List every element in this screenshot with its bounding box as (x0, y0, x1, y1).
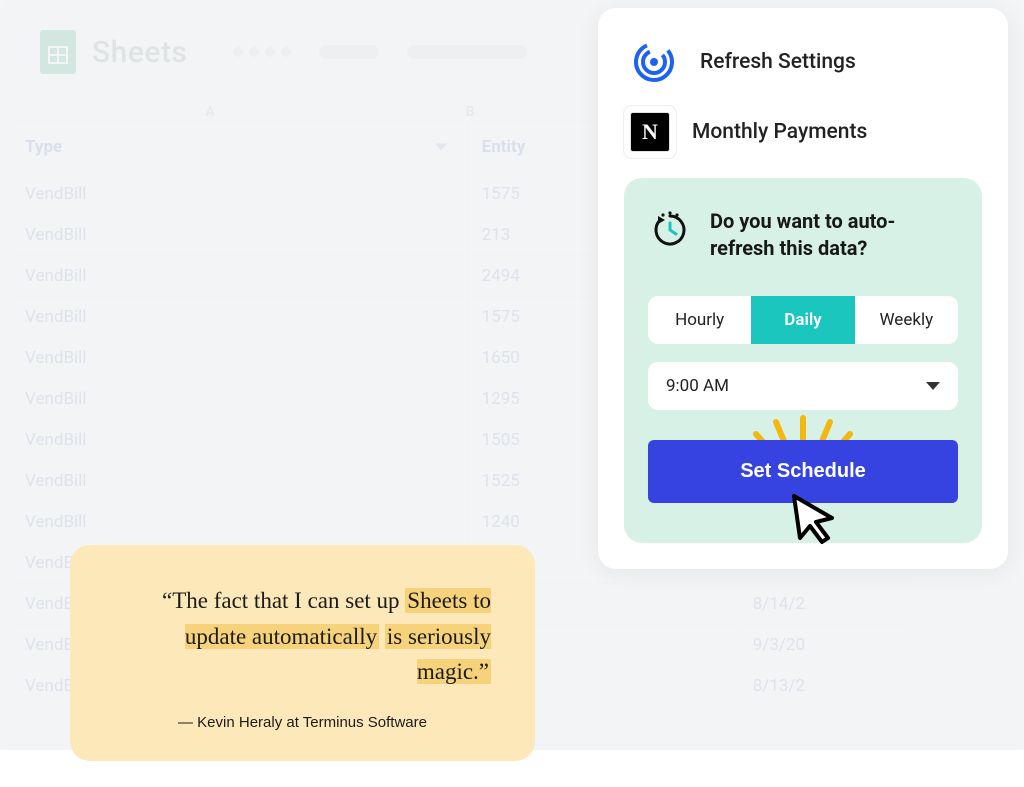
toolbar-placeholder-pill (319, 45, 379, 59)
testimonial-attribution: — Kevin Heraly at Terminus Software (114, 714, 491, 731)
frequency-option-weekly[interactable]: Weekly (855, 296, 958, 344)
sheets-logo-icon (40, 30, 76, 74)
column-header-type[interactable]: Type (11, 121, 468, 174)
refresh-settings-panel: Refresh Settings N Monthly Payments Do y… (598, 8, 1008, 569)
chevron-down-icon (435, 144, 447, 151)
frequency-selector: HourlyDailyWeekly (648, 296, 958, 344)
time-select[interactable]: 9:00 AM (648, 362, 958, 410)
coefficient-logo-icon (630, 38, 678, 86)
panel-title: Refresh Settings (700, 50, 856, 74)
toolbar-placeholder (233, 47, 291, 57)
connection-name: Monthly Payments (692, 120, 867, 144)
refresh-clock-icon (648, 208, 692, 252)
auto-refresh-card: Do you want to auto-refresh this data? H… (624, 178, 982, 543)
set-schedule-button[interactable]: Set Schedule (648, 440, 958, 503)
app-title: Sheets (92, 35, 187, 70)
frequency-option-hourly[interactable]: Hourly (648, 296, 751, 344)
auto-refresh-question: Do you want to auto-refresh this data? (710, 208, 958, 262)
selected-time: 9:00 AM (666, 376, 729, 396)
testimonial-card: “The fact that I can set up Sheets to up… (70, 545, 535, 761)
testimonial-text: “The fact that I can set up Sheets to up… (114, 583, 491, 690)
frequency-option-daily[interactable]: Daily (751, 296, 854, 344)
toolbar-placeholder-pill (407, 45, 527, 59)
netsuite-logo-icon: N (630, 112, 670, 152)
chevron-down-icon (926, 382, 940, 390)
